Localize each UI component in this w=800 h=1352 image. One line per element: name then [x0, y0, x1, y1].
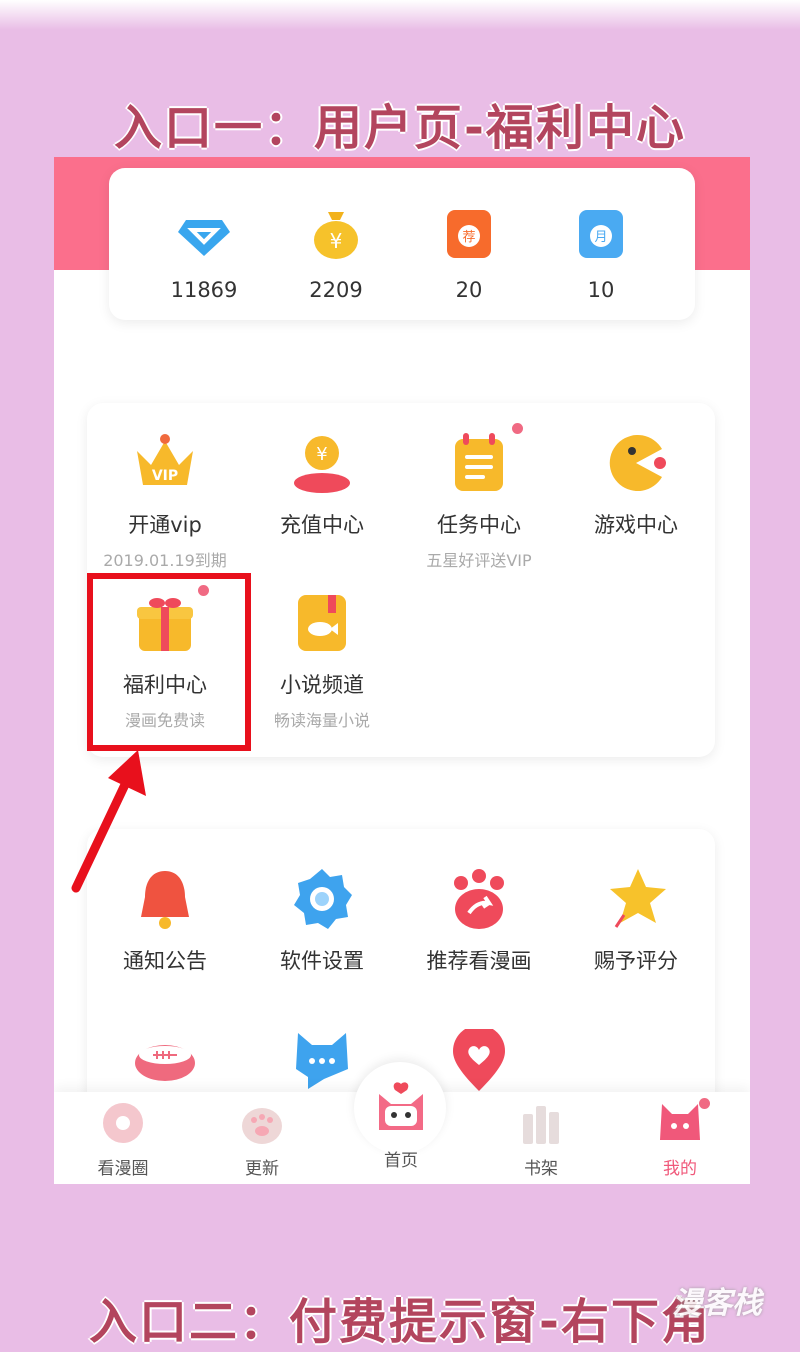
- svg-text:¥: ¥: [330, 229, 343, 253]
- tile-label: 小说频道: [280, 673, 364, 697]
- assets-card: 11869 ¥ 2209 荐 20 月 10: [109, 168, 695, 320]
- stat-recommend-ticket[interactable]: 荐 20: [409, 208, 529, 302]
- tile-subtitle: 2019.01.19到期: [103, 551, 227, 570]
- tab-label: 首页: [384, 1151, 418, 1171]
- tile-vip[interactable]: VIP 开通vip 2019.01.19到期: [87, 431, 243, 571]
- top-fade: [0, 0, 800, 30]
- tile-novels[interactable]: 小说频道 畅读海量小说: [244, 591, 400, 731]
- svg-text:荐: 荐: [462, 230, 475, 245]
- tile-tasks[interactable]: 任务中心 五星好评送VIP: [401, 423, 557, 571]
- entry-one-heading: 入口一：用户页-福利中心: [114, 100, 686, 156]
- stat-monthly-ticket[interactable]: 月 10: [541, 208, 661, 302]
- novel-book-icon: [290, 591, 354, 655]
- tab-home[interactable]: 首页: [346, 1082, 456, 1171]
- tab-community[interactable]: 看漫圈: [68, 1100, 178, 1179]
- star-icon: [604, 867, 668, 931]
- recommend-ticket-icon: 荐: [443, 208, 495, 260]
- tile-recommend[interactable]: 推荐看漫画: [401, 867, 557, 975]
- tab-label: 书架: [524, 1159, 558, 1179]
- svg-text:VIP: VIP: [152, 468, 178, 484]
- svg-text:¥: ¥: [316, 444, 327, 465]
- paw-share-icon: [447, 867, 511, 931]
- notification-dot: [512, 423, 523, 434]
- donut-icon: [99, 1100, 147, 1146]
- task-list-icon: [447, 423, 523, 495]
- tab-label: 我的: [663, 1159, 697, 1179]
- pointer-arrow-icon: [71, 750, 146, 893]
- notification-dot: [699, 1098, 710, 1109]
- tile-settings[interactable]: 软件设置: [244, 867, 400, 975]
- chat-cat-icon: [290, 1029, 354, 1093]
- tile-subtitle: 五星好评送VIP: [426, 551, 532, 570]
- tab-label: 更新: [245, 1159, 279, 1179]
- profile-cat-icon: [656, 1098, 710, 1146]
- stat-value: 20: [455, 278, 483, 302]
- fish-bowl-icon: [133, 1029, 197, 1093]
- tile-label: 游戏中心: [594, 513, 678, 537]
- tile-rate[interactable]: 赐予评分: [558, 867, 714, 975]
- tab-profile[interactable]: 我的: [625, 1098, 735, 1179]
- svg-text:月: 月: [594, 230, 607, 245]
- paw-icon: [238, 1100, 286, 1146]
- stat-coins[interactable]: ¥ 2209: [276, 208, 396, 302]
- watermark-logo: 漫客栈: [672, 1286, 762, 1321]
- stat-diamond[interactable]: 11869: [144, 208, 264, 302]
- welfare-highlight-box: [87, 573, 251, 751]
- stat-value: 2209: [309, 278, 363, 302]
- monthly-ticket-icon: 月: [575, 208, 627, 260]
- tab-label: 看漫圈: [97, 1159, 149, 1179]
- pacman-game-icon: [604, 431, 668, 495]
- tile-games[interactable]: 游戏中心: [558, 431, 714, 539]
- home-cat-icon: [371, 1080, 431, 1138]
- bottom-tab-bar: 看漫圈 更新 首页 书架 我的: [54, 1062, 750, 1184]
- tile-label: 开通vip: [128, 513, 202, 537]
- tile-label: 充值中心: [280, 513, 364, 537]
- tile-label: 赐予评分: [594, 949, 678, 973]
- gear-icon: [290, 867, 354, 931]
- stat-value: 11869: [170, 278, 238, 302]
- tile-label: 通知公告: [123, 949, 207, 973]
- money-bag-icon: ¥: [310, 208, 362, 260]
- tab-bookshelf[interactable]: 书架: [486, 1100, 596, 1179]
- tab-updates[interactable]: 更新: [207, 1100, 317, 1179]
- tile-label: 任务中心: [437, 513, 521, 537]
- stat-value: 10: [587, 278, 615, 302]
- vip-crown-icon: VIP: [133, 431, 197, 495]
- tile-recharge[interactable]: ¥ 充值中心: [244, 431, 400, 539]
- tile-subtitle: 畅读海量小说: [273, 711, 370, 730]
- tile-label: 软件设置: [280, 949, 364, 973]
- recharge-coin-icon: ¥: [290, 431, 354, 495]
- diamond-icon: [178, 208, 230, 260]
- heart-pin-icon: [447, 1025, 511, 1093]
- bookshelf-icon: [517, 1100, 565, 1146]
- tile-label: 推荐看漫画: [426, 949, 532, 973]
- tile-partial-1[interactable]: [87, 1029, 243, 1093]
